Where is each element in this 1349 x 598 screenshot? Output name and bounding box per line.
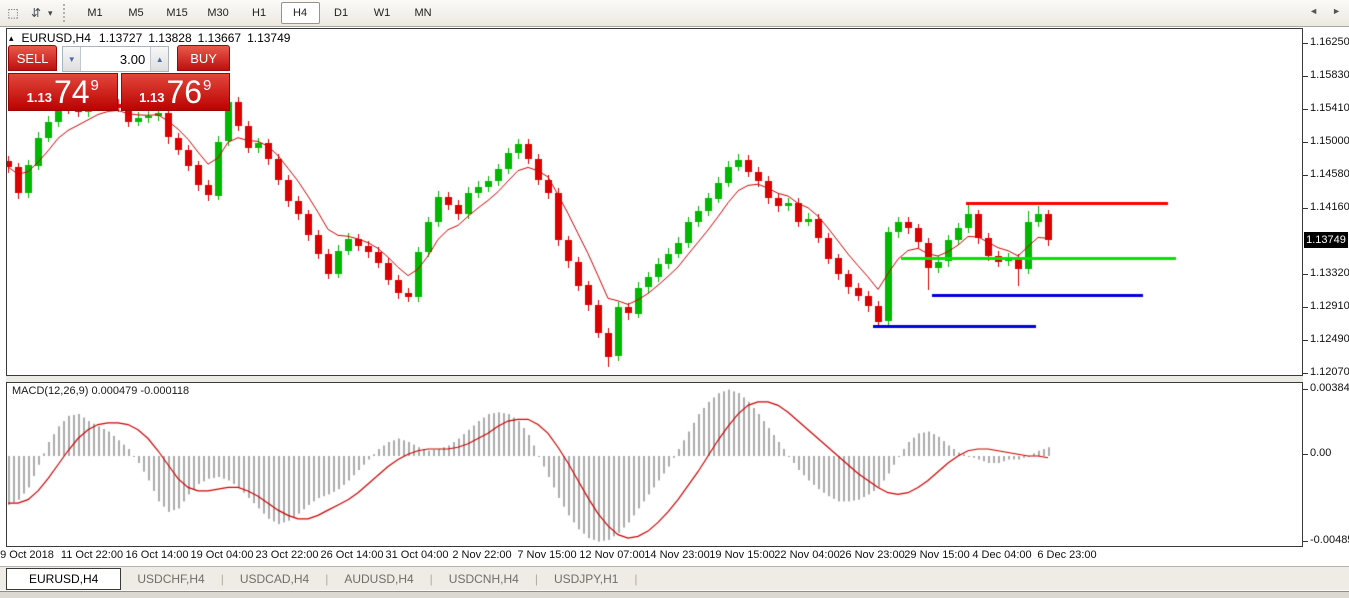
time-axis-label: 16 Oct 14:00 bbox=[126, 549, 189, 561]
macd-pane bbox=[6, 382, 1303, 547]
axis-price-label: 1.15000 bbox=[1310, 135, 1349, 147]
current-price-tag: 1.13749 bbox=[1304, 232, 1348, 248]
axis-price-label: 1.15410 bbox=[1310, 102, 1349, 114]
chart-frame-icon[interactable]: ⬚ bbox=[3, 4, 23, 22]
axis-tick-mark bbox=[1303, 340, 1308, 341]
axis-tick-mark bbox=[1303, 274, 1308, 275]
chart-arrows-icon[interactable]: ⇵ bbox=[26, 4, 46, 22]
time-axis-label: 26 Nov 23:00 bbox=[839, 549, 904, 561]
time-axis-label: 14 Nov 23:00 bbox=[644, 549, 709, 561]
chart-ohlc-header: ▴ EURUSD,H4 1.13727 1.13828 1.13667 1.13… bbox=[9, 31, 290, 45]
time-axis-label: 7 Nov 15:00 bbox=[517, 549, 576, 561]
tab-scroll-arrows: ◄ ► bbox=[1309, 6, 1341, 16]
buy-price-prefix: 1.13 bbox=[139, 90, 164, 105]
buy-price-big: 76 bbox=[166, 76, 202, 108]
axis-tick-mark bbox=[1303, 541, 1308, 542]
ohlc-high: 1.13828 bbox=[148, 31, 191, 45]
time-axis-label: 29 Nov 15:00 bbox=[904, 549, 969, 561]
axis-price-label: 0.00 bbox=[1310, 447, 1331, 459]
timeframe-button-h4[interactable]: H4 bbox=[281, 2, 320, 24]
chevron-down-icon[interactable]: ▾ bbox=[48, 8, 53, 19]
tab-usdchf-h4[interactable]: USDCHF,H4 bbox=[121, 567, 220, 591]
volume-spinner: ▼ ▲ bbox=[62, 46, 169, 72]
axis-tick-mark bbox=[1303, 389, 1308, 390]
time-axis-label: 23 Oct 22:00 bbox=[256, 549, 319, 561]
axis-price-label: 1.14580 bbox=[1310, 168, 1349, 180]
timeframe-button-h1[interactable]: H1 bbox=[240, 2, 279, 24]
ohlc-open: 1.13727 bbox=[99, 31, 142, 45]
tab-scroll-left-icon[interactable]: ◄ bbox=[1309, 6, 1318, 16]
tab-audusd-h4[interactable]: AUDUSD,H4 bbox=[328, 567, 429, 591]
sell-price-display[interactable]: 1.13 74 9 bbox=[8, 73, 118, 111]
time-axis-label: 26 Oct 14:00 bbox=[321, 549, 384, 561]
timeframe-button-group: M1M5M15M30H1H4D1W1MN bbox=[75, 2, 444, 24]
axis-price-label: 1.14160 bbox=[1310, 201, 1349, 213]
ohlc-low: 1.13667 bbox=[198, 31, 241, 45]
toolbar-grip bbox=[63, 4, 69, 22]
volume-decrease-button[interactable]: ▼ bbox=[63, 47, 81, 71]
tab-usdcnh-h4[interactable]: USDCNH,H4 bbox=[433, 567, 535, 591]
mt4-window: { "toolbar": { "timeframes": ["M1","M5",… bbox=[0, 0, 1349, 597]
axis-price-label: 0.003847 bbox=[1310, 382, 1349, 394]
axis-tick-mark bbox=[1303, 208, 1308, 209]
timeframe-button-m1[interactable]: M1 bbox=[76, 2, 115, 24]
volume-input[interactable] bbox=[81, 47, 150, 71]
macd-canvas[interactable] bbox=[7, 383, 1302, 546]
time-axis-label: 22 Nov 04:00 bbox=[774, 549, 839, 561]
time-axis-label: 9 Oct 2018 bbox=[0, 549, 54, 561]
timeframe-button-mn[interactable]: MN bbox=[404, 2, 443, 24]
timeframe-button-w1[interactable]: W1 bbox=[363, 2, 402, 24]
axis-tick-mark bbox=[1303, 76, 1308, 77]
timeframe-button-d1[interactable]: D1 bbox=[322, 2, 361, 24]
timeframe-button-m30[interactable]: M30 bbox=[199, 2, 238, 24]
axis-tick-mark bbox=[1303, 175, 1308, 176]
macd-indicator-label: MACD(12,26,9) 0.000479 -0.000118 bbox=[12, 385, 189, 397]
chart-symbol-label: EURUSD,H4 bbox=[22, 31, 91, 45]
time-axis-label: 4 Dec 04:00 bbox=[972, 549, 1031, 561]
time-axis-label: 19 Nov 15:00 bbox=[709, 549, 774, 561]
time-axis-label: 2 Nov 22:00 bbox=[452, 549, 511, 561]
panel-collapse-icon[interactable]: ▴ bbox=[9, 33, 14, 44]
one-click-trading-panel: SELL ▼ ▲ BUY 1.13 74 9 1.13 76 9 bbox=[8, 45, 230, 111]
axis-price-label: 1.12490 bbox=[1310, 333, 1349, 345]
timeframe-button-m5[interactable]: M5 bbox=[117, 2, 156, 24]
axis-price-label: 1.13320 bbox=[1310, 267, 1349, 279]
axis-price-label: 1.12910 bbox=[1310, 300, 1349, 312]
tab-eurusd-h4[interactable]: EURUSD,H4 bbox=[6, 568, 121, 590]
sell-price-prefix: 1.13 bbox=[27, 90, 52, 105]
volume-increase-button[interactable]: ▲ bbox=[150, 47, 168, 71]
buy-price-display[interactable]: 1.13 76 9 bbox=[121, 73, 231, 111]
axis-price-label: -0.004856 bbox=[1310, 534, 1349, 546]
tab-separator: | bbox=[634, 567, 637, 591]
axis-tick-mark bbox=[1303, 142, 1308, 143]
tab-usdcad-h4[interactable]: USDCAD,H4 bbox=[224, 567, 325, 591]
time-axis-label: 12 Nov 07:00 bbox=[579, 549, 644, 561]
buy-button[interactable]: BUY bbox=[177, 45, 230, 71]
axis-tick-mark bbox=[1303, 454, 1308, 455]
axis-tick-mark bbox=[1303, 373, 1308, 374]
axis-tick-mark bbox=[1303, 307, 1308, 308]
sell-button[interactable]: SELL bbox=[8, 45, 57, 71]
sell-price-sup: 9 bbox=[91, 77, 99, 94]
toolbar: ⬚ ⇵ ▾ M1M5M15M30H1H4D1W1MN bbox=[0, 0, 1349, 27]
time-axis-label: 6 Dec 23:00 bbox=[1037, 549, 1096, 561]
time-axis-label: 31 Oct 04:00 bbox=[386, 549, 449, 561]
tab-usdjpy-h1[interactable]: USDJPY,H1 bbox=[538, 567, 634, 591]
time-axis-label: 19 Oct 04:00 bbox=[191, 549, 254, 561]
time-axis[interactable]: 9 Oct 201811 Oct 22:0016 Oct 14:0019 Oct… bbox=[7, 549, 1302, 563]
timeframe-button-m15[interactable]: M15 bbox=[158, 2, 197, 24]
axis-tick-mark bbox=[1303, 43, 1308, 44]
tab-scroll-right-icon[interactable]: ► bbox=[1332, 6, 1341, 16]
sell-price-big: 74 bbox=[54, 76, 90, 108]
axis-price-label: 1.16250 bbox=[1310, 36, 1349, 48]
axis-tick-mark bbox=[1303, 109, 1308, 110]
axis-price-label: 1.15830 bbox=[1310, 69, 1349, 81]
axis-price-label: 1.12070 bbox=[1310, 366, 1349, 378]
ohlc-close: 1.13749 bbox=[247, 31, 290, 45]
time-axis-label: 11 Oct 22:00 bbox=[61, 549, 123, 561]
chart-tab-bar: EURUSD,H4USDCHF,H4|USDCAD,H4|AUDUSD,H4|U… bbox=[0, 566, 1349, 591]
buy-price-sup: 9 bbox=[203, 77, 211, 94]
